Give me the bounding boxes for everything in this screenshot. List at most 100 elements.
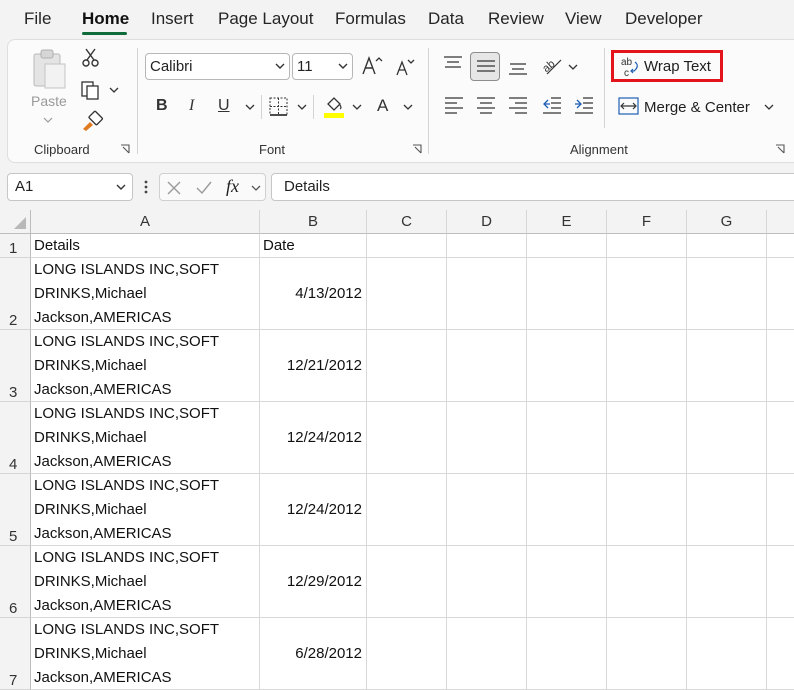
cell[interactable] — [527, 330, 607, 402]
cell[interactable] — [767, 402, 794, 474]
merge-center-dropdown-icon[interactable] — [764, 103, 774, 111]
row-header[interactable]: 6 — [0, 546, 31, 618]
cancel-icon[interactable] — [166, 180, 182, 196]
cell[interactable] — [447, 474, 527, 546]
cell-date[interactable]: 12/29/2012 — [260, 546, 367, 618]
name-box[interactable]: A1 — [7, 173, 133, 201]
cell[interactable] — [367, 258, 447, 330]
fill-color-icon[interactable] — [322, 95, 346, 119]
column-header-g[interactable]: G — [687, 210, 767, 234]
borders-icon[interactable] — [268, 96, 290, 118]
borders-dropdown-icon[interactable] — [297, 103, 307, 111]
cell[interactable] — [767, 330, 794, 402]
align-center-icon[interactable] — [475, 96, 497, 114]
decrease-indent-icon[interactable] — [541, 96, 563, 114]
font-color-icon[interactable]: A — [377, 96, 388, 116]
chevron-down-icon[interactable] — [274, 59, 286, 73]
cell-details[interactable]: LONG ISLANDS INC,SOFT DRINKS,Michael Jac… — [31, 330, 260, 402]
increase-indent-icon[interactable] — [573, 96, 595, 114]
cell[interactable] — [687, 546, 767, 618]
cell-details[interactable]: LONG ISLANDS INC,SOFT DRINKS,Michael Jac… — [31, 402, 260, 474]
paste-dropdown-icon[interactable] — [43, 116, 53, 124]
paste-icon[interactable] — [30, 48, 68, 90]
cell-details[interactable]: LONG ISLANDS INC,SOFT DRINKS,Michael Jac… — [31, 258, 260, 330]
wrap-text-button[interactable]: ab c Wrap Text — [611, 50, 723, 82]
cell[interactable] — [367, 330, 447, 402]
more-options-icon[interactable] — [143, 179, 149, 195]
paste-label[interactable]: Paste — [31, 93, 67, 109]
cell[interactable] — [607, 474, 687, 546]
column-header-d[interactable]: D — [447, 210, 527, 234]
cell[interactable] — [607, 258, 687, 330]
column-header-a[interactable]: A — [31, 210, 260, 234]
fill-color-dropdown-icon[interactable] — [352, 103, 362, 111]
tab-insert[interactable]: Insert — [151, 9, 194, 29]
tab-page-layout[interactable]: Page Layout — [218, 9, 313, 29]
font-size-combobox[interactable]: 11 — [292, 53, 353, 80]
cell[interactable] — [447, 234, 527, 258]
select-all-button[interactable] — [0, 210, 31, 234]
cell[interactable] — [687, 618, 767, 690]
cell[interactable] — [687, 258, 767, 330]
tab-file[interactable]: File — [24, 9, 51, 29]
middle-align-button[interactable] — [470, 52, 500, 81]
cut-icon[interactable] — [82, 48, 100, 68]
column-header-c[interactable]: C — [367, 210, 447, 234]
cell-date[interactable]: 4/13/2012 — [260, 258, 367, 330]
merge-center-label[interactable]: Merge & Center — [644, 99, 750, 116]
cell[interactable] — [367, 474, 447, 546]
cell[interactable] — [607, 402, 687, 474]
cell[interactable] — [527, 258, 607, 330]
chevron-down-icon[interactable] — [115, 182, 127, 192]
cell[interactable] — [527, 618, 607, 690]
cell[interactable] — [607, 618, 687, 690]
cell[interactable] — [367, 402, 447, 474]
row-header[interactable]: 1 — [0, 234, 31, 258]
cell[interactable] — [767, 234, 794, 258]
orientation-dropdown-icon[interactable] — [568, 63, 578, 71]
alignment-launcher-icon[interactable] — [775, 144, 785, 154]
row-header[interactable]: 3 — [0, 330, 31, 402]
row-header[interactable]: 2 — [0, 258, 31, 330]
merge-center-icon[interactable] — [618, 97, 640, 115]
increase-font-size-icon[interactable] — [360, 54, 384, 78]
row-header[interactable]: 4 — [0, 402, 31, 474]
cell[interactable] — [447, 402, 527, 474]
insert-function-icon[interactable]: fx — [226, 176, 239, 197]
cell-date[interactable]: 12/24/2012 — [260, 402, 367, 474]
cell[interactable] — [447, 330, 527, 402]
tab-review[interactable]: Review — [488, 9, 544, 29]
column-header-h[interactable] — [767, 210, 794, 234]
format-painter-icon[interactable] — [80, 110, 104, 132]
cell[interactable] — [767, 618, 794, 690]
cell[interactable] — [607, 546, 687, 618]
cell[interactable] — [447, 258, 527, 330]
align-left-icon[interactable] — [443, 96, 465, 114]
formula-input[interactable]: Details — [271, 173, 794, 201]
orientation-icon[interactable]: ab — [541, 54, 567, 78]
cell-date[interactable]: 6/28/2012 — [260, 618, 367, 690]
column-header-b[interactable]: B — [260, 210, 367, 234]
decrease-font-size-icon[interactable] — [394, 56, 416, 78]
cell[interactable] — [687, 234, 767, 258]
cell-a1[interactable]: Details — [31, 234, 260, 258]
cell[interactable] — [687, 402, 767, 474]
row-header[interactable]: 7 — [0, 618, 31, 690]
cell[interactable] — [447, 546, 527, 618]
cell[interactable] — [367, 234, 447, 258]
bottom-align-icon[interactable] — [507, 60, 529, 78]
align-right-icon[interactable] — [507, 96, 529, 114]
column-header-e[interactable]: E — [527, 210, 607, 234]
cell-date[interactable]: 12/24/2012 — [260, 474, 367, 546]
column-header-f[interactable]: F — [607, 210, 687, 234]
chevron-down-icon[interactable] — [250, 183, 262, 193]
cell[interactable] — [687, 330, 767, 402]
cell[interactable] — [607, 234, 687, 258]
italic-button[interactable]: I — [189, 97, 194, 115]
cell[interactable] — [367, 618, 447, 690]
cell[interactable] — [767, 546, 794, 618]
cell[interactable] — [527, 234, 607, 258]
font-name-combobox[interactable]: Calibri — [145, 53, 290, 80]
enter-icon[interactable] — [195, 180, 213, 196]
cell[interactable] — [767, 474, 794, 546]
